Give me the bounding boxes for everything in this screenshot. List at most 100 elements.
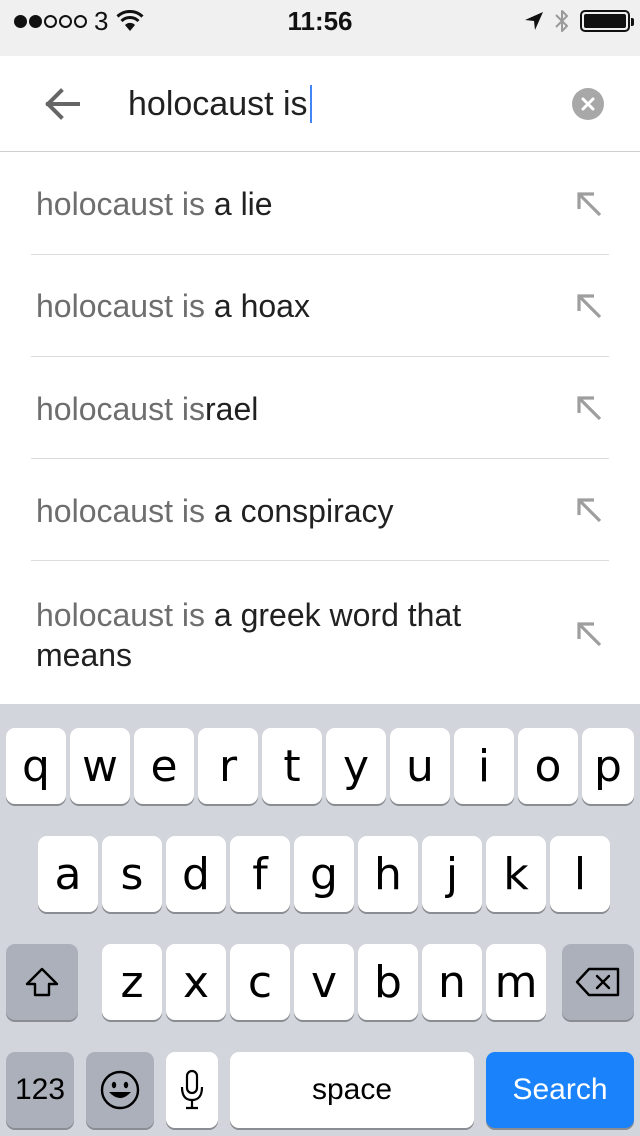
back-button[interactable]: [36, 80, 88, 128]
key-label: f: [252, 848, 268, 900]
arrow-up-left-icon: [577, 192, 602, 217]
key-label: o: [534, 740, 562, 792]
arrow-up-left-icon: [577, 622, 602, 647]
search-key[interactable]: Search: [486, 1052, 634, 1128]
suggestion-prefix: holocaust is: [36, 391, 205, 427]
search-input[interactable]: holocaust is: [128, 78, 312, 130]
suggestion-text: holocaust is a hoax: [36, 286, 530, 326]
key-x[interactable]: x: [166, 944, 226, 1020]
key-label: v: [310, 956, 338, 1008]
key-v[interactable]: v: [294, 944, 354, 1020]
fill-query-button[interactable]: [572, 289, 606, 323]
shift-icon: [25, 967, 59, 997]
key-label: q: [22, 740, 50, 792]
key-d[interactable]: d: [166, 836, 226, 912]
emoji-key[interactable]: [86, 1052, 154, 1128]
key-label: n: [438, 956, 466, 1008]
key-label: m: [494, 956, 538, 1008]
suggestion-completion: a conspiracy: [204, 493, 394, 529]
key-l[interactable]: l: [550, 836, 610, 912]
arrow-up-left-icon: [577, 294, 602, 319]
key-n[interactable]: n: [422, 944, 482, 1020]
dictation-key[interactable]: [166, 1052, 218, 1128]
bluetooth-icon: [555, 10, 568, 32]
status-right: [524, 8, 634, 34]
shift-key[interactable]: [6, 944, 78, 1020]
suggestion-text: holocaust israel: [36, 389, 530, 429]
back-arrow-icon: [45, 88, 80, 120]
key-label: r: [218, 740, 238, 792]
key-label: d: [182, 848, 210, 900]
backspace-key[interactable]: [562, 944, 634, 1020]
key-b[interactable]: b: [358, 944, 418, 1020]
arrow-up-left-icon: [577, 396, 602, 421]
key-c[interactable]: c: [230, 944, 290, 1020]
suggestion-completion: a hoax: [204, 288, 310, 324]
key-label: t: [283, 740, 301, 792]
key-label: y: [342, 740, 370, 792]
key-g[interactable]: g: [294, 836, 354, 912]
space-key-label: space: [311, 1073, 393, 1106]
suggestion-item[interactable]: holocaust is a hoax: [0, 255, 640, 356]
suggestion-prefix: holocaust is: [36, 288, 205, 324]
key-i[interactable]: i: [454, 728, 514, 804]
key-label: u: [406, 740, 434, 792]
key-e[interactable]: e: [134, 728, 194, 804]
key-m[interactable]: m: [486, 944, 546, 1020]
emoji-icon: [100, 1070, 140, 1110]
clear-search-button[interactable]: [572, 88, 604, 120]
suggestion-prefix: holocaust is: [36, 186, 205, 222]
on-screen-keyboard: q w e r t y u i o p a s d f g h j k l z …: [0, 704, 640, 1136]
key-o[interactable]: o: [518, 728, 578, 804]
key-q[interactable]: q: [6, 728, 66, 804]
key-h[interactable]: h: [358, 836, 418, 912]
search-key-label: Search: [512, 1073, 608, 1106]
key-s[interactable]: s: [102, 836, 162, 912]
fill-query-button[interactable]: [572, 617, 606, 651]
key-r[interactable]: r: [198, 728, 258, 804]
key-label: e: [150, 740, 178, 792]
key-label: w: [82, 740, 118, 792]
space-key[interactable]: space: [230, 1052, 474, 1128]
key-f[interactable]: f: [230, 836, 290, 912]
suggestion-item[interactable]: holocaust is a conspiracy: [0, 459, 640, 560]
key-label: k: [503, 848, 529, 900]
key-z[interactable]: z: [102, 944, 162, 1020]
suggestion-text: holocaust is a greek word that means: [36, 595, 530, 675]
fill-query-button[interactable]: [572, 493, 606, 527]
key-w[interactable]: w: [70, 728, 130, 804]
search-query-text: holocaust is: [128, 85, 308, 123]
key-p[interactable]: p: [582, 728, 634, 804]
key-u[interactable]: u: [390, 728, 450, 804]
key-t[interactable]: t: [262, 728, 322, 804]
numbers-key[interactable]: 123: [6, 1052, 74, 1128]
key-a[interactable]: a: [38, 836, 98, 912]
suggestion-text: holocaust is a conspiracy: [36, 491, 530, 531]
suggestion-item[interactable]: holocaust is a lie: [0, 153, 640, 254]
key-k[interactable]: k: [486, 836, 546, 912]
suggestion-completion: rael: [204, 391, 259, 427]
suggestion-item[interactable]: holocaust is a greek word that means: [0, 561, 640, 704]
numbers-key-label: 123: [14, 1073, 66, 1106]
key-j[interactable]: j: [422, 836, 482, 912]
suggestion-text: holocaust is a lie: [36, 184, 530, 224]
fill-query-button[interactable]: [572, 187, 606, 221]
key-label: b: [374, 956, 402, 1008]
suggestion-prefix: holocaust is: [36, 493, 205, 529]
key-label: x: [182, 956, 210, 1008]
key-label: a: [54, 848, 82, 900]
backspace-icon: [575, 967, 620, 997]
suggestion-item[interactable]: holocaust israel: [0, 357, 640, 458]
close-icon: [581, 97, 595, 111]
key-y[interactable]: y: [326, 728, 386, 804]
search-bar: holocaust is: [0, 56, 640, 152]
arrow-up-left-icon: [577, 498, 602, 523]
key-label: s: [120, 848, 144, 900]
fill-query-button[interactable]: [572, 391, 606, 425]
key-label: c: [247, 956, 273, 1008]
key-label: g: [310, 848, 338, 900]
status-bar: 3 11:56: [0, 0, 640, 56]
key-label: l: [573, 848, 587, 900]
key-label: i: [477, 740, 491, 792]
battery-icon: [580, 10, 634, 32]
